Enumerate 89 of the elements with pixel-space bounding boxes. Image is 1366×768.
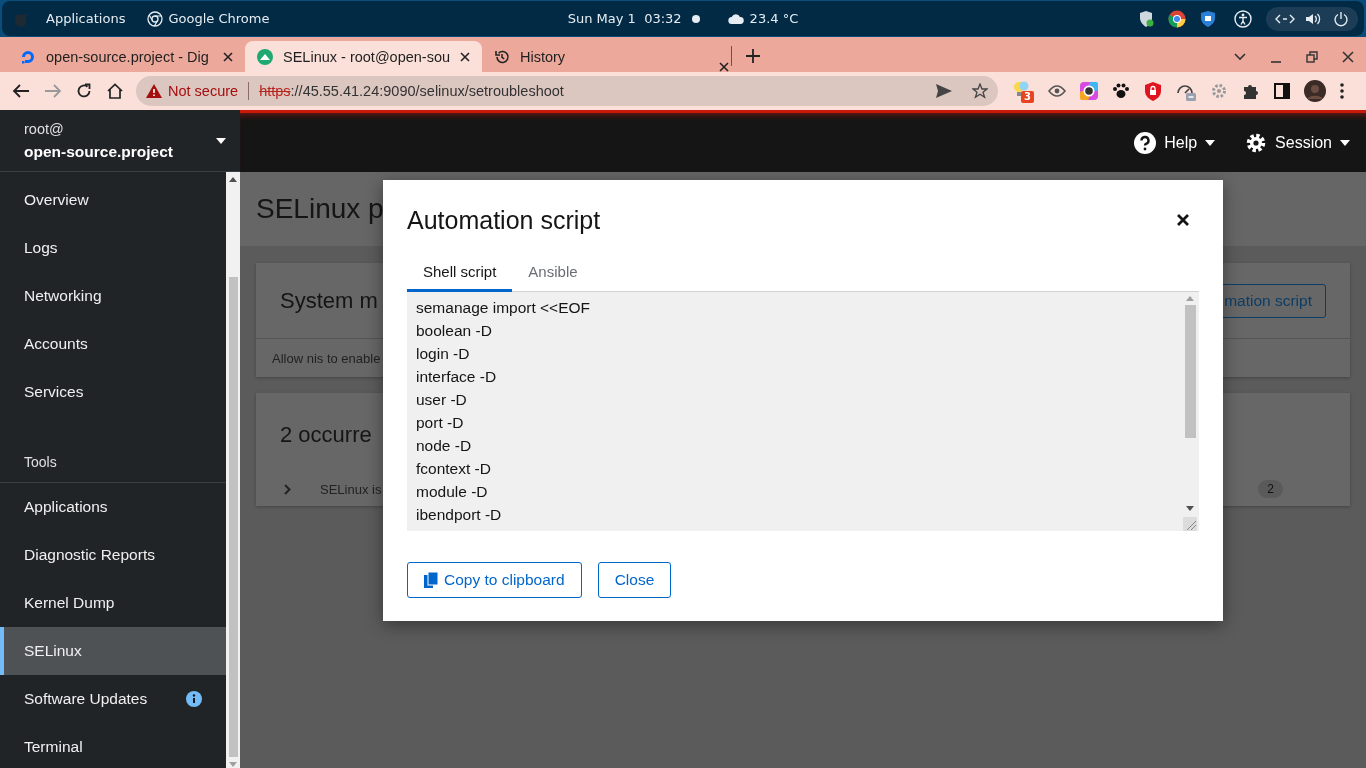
script-line: semanage import <<EOF [416, 298, 592, 318]
close-icon[interactable] [719, 62, 729, 72]
power-icon[interactable] [1333, 10, 1349, 27]
dialog-title: Automation script [407, 205, 601, 235]
chevron-down-icon[interactable] [1234, 52, 1246, 61]
script-line: module -D [416, 482, 489, 502]
close-icon[interactable] [1342, 50, 1354, 63]
nav-item[interactable]: Networking [0, 272, 226, 320]
script-line: port -D [416, 413, 465, 433]
gear-icon [1245, 131, 1268, 154]
nav-item[interactable]: Services [0, 368, 226, 416]
caret-icon [1205, 139, 1216, 146]
nav-item[interactable]: Overview [0, 176, 226, 224]
nav-item[interactable]: Accounts [0, 320, 226, 368]
star-icon[interactable] [972, 83, 988, 99]
copy-button[interactable]: Copy to clipboard [407, 562, 582, 598]
scroll-up-icon[interactable] [229, 177, 237, 182]
side-panel-icon[interactable] [1274, 83, 1290, 99]
count-badge: 2 [1258, 480, 1283, 498]
script-textarea[interactable]: semanage import <<EOF boolean -D login -D interface -D user -D port -D node -D fcontext -D module -D ibendport -D [407, 292, 1199, 531]
dialog-tab[interactable]: Ansible [512, 254, 594, 292]
applications-menu[interactable]: Applications [46, 11, 126, 26]
send-icon[interactable] [936, 84, 952, 98]
new-tab-icon[interactable] [746, 49, 760, 63]
session-menu[interactable]: Session [1245, 131, 1350, 154]
weather-reading[interactable]: 23.4 °C [749, 11, 799, 26]
scrollbar-thumb[interactable] [228, 277, 238, 757]
script-line: login -D [416, 344, 471, 364]
color-ring-icon[interactable] [1080, 82, 1098, 100]
close-icon[interactable] [460, 51, 470, 62]
browser-tab[interactable]: SELinux - root@open-sou [245, 41, 482, 72]
caret-icon [216, 137, 226, 144]
resize-grip-icon[interactable] [1183, 517, 1197, 531]
shield-lock-icon[interactable] [1144, 81, 1162, 101]
paw-icon[interactable] [1112, 82, 1130, 100]
app-name: Google Chrome [168, 11, 270, 26]
puzzle-icon[interactable] [1242, 82, 1260, 100]
volume-icon[interactable] [1305, 11, 1323, 26]
reload-icon[interactable] [76, 83, 92, 99]
host-user: root@ [24, 120, 65, 137]
script-line: user -D [416, 390, 468, 410]
avatar-icon[interactable] [1304, 80, 1326, 102]
eye-icon[interactable] [1048, 85, 1066, 97]
home-icon[interactable] [106, 83, 124, 99]
clock[interactable]: Sun May 1 03:32 [567, 11, 682, 26]
nav-item[interactable]: Terminal [0, 723, 226, 768]
script-line: interface -D [416, 367, 498, 387]
host-name[interactable]: open-source.project [24, 142, 216, 161]
script-line: fcontext -D [416, 459, 492, 479]
chrome-icon[interactable] [1168, 9, 1186, 28]
nav-item[interactable]: Software Updates [0, 675, 226, 723]
shield-icon[interactable] [1138, 9, 1154, 28]
script-line: node -D [416, 436, 473, 456]
script-line: ibendport -D [416, 505, 503, 525]
script-line: boolean -D [416, 321, 493, 341]
nav-item[interactable]: Logs [0, 224, 226, 272]
nav-item[interactable]: Applications [0, 483, 226, 531]
back-icon[interactable] [12, 83, 30, 99]
chevron-right-icon[interactable] [284, 483, 291, 495]
dot-icon [691, 14, 700, 23]
history-icon [494, 48, 510, 65]
network-icon[interactable] [1275, 12, 1295, 25]
caret-icon [1340, 139, 1350, 146]
scrollbar[interactable] [226, 172, 240, 768]
page-title: SELinux p [256, 193, 384, 225]
nav-item[interactable]: Kernel Dump [0, 579, 226, 627]
close-icon[interactable] [1177, 214, 1189, 226]
chrome-icon[interactable] [147, 10, 164, 27]
nav-item[interactable]: SELinux [0, 627, 226, 675]
menu-icon[interactable] [1340, 83, 1344, 99]
restore-icon[interactable] [1306, 50, 1318, 63]
help-menu[interactable]: Help [1134, 131, 1216, 154]
copy-icon [424, 572, 438, 588]
browser-tab[interactable]: History [482, 41, 719, 72]
modification-text: Allow nis to enable [272, 350, 381, 366]
close-button[interactable]: Close [597, 562, 672, 598]
url-text[interactable]: https://45.55.41.24:9090/selinux/setroubleshoot [259, 83, 564, 99]
accessibility-icon[interactable] [1234, 9, 1252, 28]
scrollbar-thumb[interactable] [1184, 305, 1196, 438]
help-icon [1134, 131, 1157, 154]
close-icon[interactable] [223, 51, 233, 62]
warning-icon[interactable] [146, 84, 162, 98]
card-title: 2 occurre [280, 422, 372, 448]
card-title: System m [280, 287, 378, 314]
shield-icon[interactable] [1200, 9, 1216, 28]
cockpit-icon [257, 48, 273, 65]
nav-item[interactable]: Diagnostic Reports [0, 531, 226, 579]
browser-tab[interactable]: open-source.project - Dig [8, 41, 245, 72]
security-label[interactable]: Not secure [168, 83, 239, 99]
